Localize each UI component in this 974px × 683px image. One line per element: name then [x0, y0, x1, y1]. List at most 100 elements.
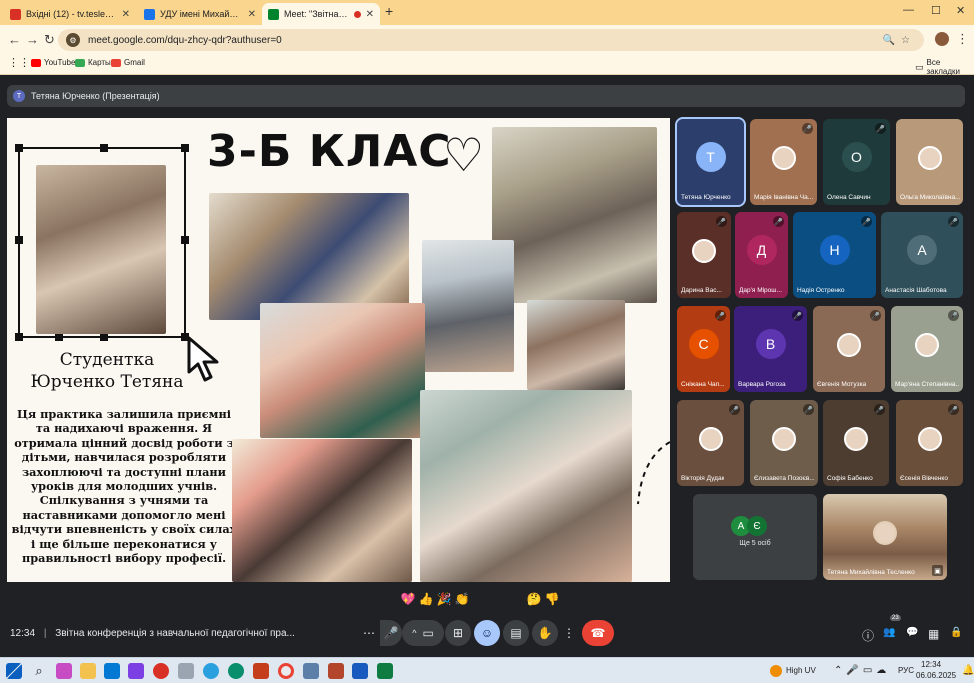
weather-label[interactable]: High UV — [786, 666, 816, 675]
participant-tile[interactable]: 🎤 Софія Бабенко — [823, 400, 889, 486]
participant-tile[interactable]: Ольга Миколаївна... — [896, 119, 963, 205]
participant-tile[interactable]: В 🎤 Варвара Рогоза — [734, 306, 807, 392]
participant-tile[interactable]: С 🎤 Сніжана Чап... — [677, 306, 730, 392]
tab-gmail[interactable]: Вхідні (12) - tv.teslenko@npu.edu.ua ✕ — [4, 3, 136, 25]
apps-icon[interactable]: ⋮⋮ — [8, 56, 30, 69]
reaction-emoji[interactable]: 😢 — [508, 591, 524, 607]
reaction-emoji[interactable]: 👎 — [544, 591, 560, 607]
copilot-icon[interactable] — [56, 663, 72, 679]
bookmark-youtube[interactable]: YouTube — [31, 58, 75, 67]
tab-udu[interactable]: УДУ імені Михайла Драгоманова ✕ — [138, 3, 262, 25]
address-actions-icon[interactable]: 🔍☆ — [883, 35, 916, 46]
site-info-icon[interactable]: ⚙ — [66, 33, 80, 47]
app-icon[interactable] — [328, 663, 344, 679]
participant-tile[interactable]: А 🎤 Анастасія Шаботова — [881, 212, 963, 298]
avatar — [698, 427, 723, 451]
raise-hand-button[interactable]: ✋ — [532, 620, 558, 646]
more-avatars: А Є — [731, 516, 767, 536]
participant-tile[interactable]: Д 🎤 Дар'я Мірош... — [735, 212, 788, 298]
participant-tile[interactable]: 🎤 Дарина Вас... — [677, 212, 731, 298]
self-tile[interactable]: Тетяна Михайлівна Тесленко ▣ — [823, 494, 947, 580]
reaction-emoji[interactable]: 😂 — [472, 591, 488, 607]
all-bookmarks[interactable]: ▭ Все закладки — [915, 58, 974, 76]
chrome-icon[interactable] — [278, 663, 294, 679]
language-indicator[interactable]: РУС — [898, 666, 914, 675]
forward-icon[interactable]: → — [26, 32, 39, 47]
present-button[interactable]: ⊞ — [445, 620, 471, 646]
end-call-button[interactable]: ☎ — [582, 620, 614, 646]
participant-tile[interactable]: 🎤 Єлизавета Позоєв... — [750, 400, 818, 486]
activities-icon[interactable]: ▦ — [928, 627, 939, 641]
bookmark-label: YouTube — [44, 58, 76, 67]
excel-icon[interactable] — [377, 663, 393, 679]
minimize-icon[interactable]: — — [903, 4, 914, 16]
profile-avatar[interactable] — [935, 32, 949, 46]
reaction-emoji[interactable]: 🤔 — [526, 591, 542, 607]
reaction-emoji[interactable]: 😮 — [490, 591, 506, 607]
info-icon[interactable]: ⓘ — [862, 627, 874, 644]
chat-icon[interactable]: 💬 — [906, 627, 918, 638]
meet-area: Т Тетяна Юрченко (Презентація) 3-Б КЛАС … — [0, 75, 974, 657]
close-icon[interactable]: ✕ — [122, 9, 130, 20]
more-reactions-button[interactable]: ⋯ — [358, 620, 380, 646]
start-icon[interactable] — [6, 663, 22, 679]
menu-icon[interactable]: ⋮ — [956, 31, 969, 47]
close-icon[interactable]: ✕ — [366, 9, 374, 20]
taskbar-date[interactable]: 06.06.2025 — [916, 671, 956, 680]
mic-button[interactable]: 🎤 — [380, 620, 402, 646]
participant-tile[interactable]: 🎤 Єсенія Вівченко — [896, 400, 963, 486]
reaction-emoji[interactable]: 💖 — [400, 591, 416, 607]
participant-tile[interactable]: 🎤 Мар'яна Степанівна... — [891, 306, 963, 392]
participant-tile[interactable]: Н 🎤 Надія Остренко — [793, 212, 876, 298]
app-icon[interactable] — [178, 663, 194, 679]
tab-title: Вхідні (12) - tv.teslenko@npu.edu.ua — [26, 9, 117, 19]
powerpoint-icon[interactable] — [253, 663, 269, 679]
app-icon[interactable] — [303, 663, 319, 679]
participant-tile[interactable]: 🎤 Вікторія Дудак — [677, 400, 744, 486]
emoji-button[interactable]: ☺ — [474, 620, 500, 646]
bookmark-maps[interactable]: Карты — [75, 58, 111, 67]
file-explorer-icon[interactable] — [80, 663, 96, 679]
tab-meet[interactable]: Meet: "Звітна конференція" ✕ — [262, 3, 380, 25]
address-bar[interactable]: ⚙ meet.google.com/dqu-zhcy-qdr?authuser=… — [58, 29, 924, 51]
system-tray-icons[interactable]: ⌃🎤▭☁ — [834, 665, 890, 676]
host-controls-icon[interactable]: 🔒 — [950, 627, 962, 638]
avatar: С — [688, 329, 719, 359]
avatar — [917, 146, 942, 170]
maximize-icon[interactable]: ☐ — [931, 4, 941, 17]
more-options-button[interactable]: ⋮ — [561, 620, 577, 646]
mic-off-icon: 🎤 — [861, 216, 872, 227]
participant-tile[interactable]: 🎤 Євгенія Мотузка — [813, 306, 885, 392]
back-icon[interactable]: ← — [8, 32, 21, 47]
reaction-emoji[interactable]: 👍 — [418, 591, 434, 607]
bookmark-gmail[interactable]: Gmail — [111, 58, 145, 67]
recording-icon — [353, 10, 361, 18]
people-icon[interactable]: 👥 — [883, 627, 895, 638]
captions-button[interactable]: ▤ — [503, 620, 529, 646]
pin-icon[interactable]: ▣ — [932, 565, 943, 576]
participant-tile[interactable]: 🎤 Марія Іванівна Ча... — [750, 119, 817, 205]
search-icon[interactable]: ⌕ — [31, 663, 47, 679]
reload-icon[interactable]: ↻ — [44, 32, 55, 48]
reaction-emoji[interactable]: 🎉 — [436, 591, 452, 607]
taskbar-time[interactable]: 12:34 — [921, 660, 941, 669]
student-heading: Студентка Юрченко Тетяна — [7, 349, 207, 393]
skype-icon[interactable] — [104, 663, 120, 679]
notifications-icon[interactable]: 🔔 — [962, 665, 974, 676]
university-icon — [144, 8, 155, 20]
camera-button[interactable]: ^ ▭ — [402, 620, 444, 646]
app-icon[interactable] — [128, 663, 144, 679]
participant-tile[interactable]: Т Тетяна Юрченко — [675, 117, 746, 207]
gmail-icon — [111, 58, 121, 67]
reaction-emoji[interactable]: 👏 — [454, 591, 470, 607]
close-icon[interactable]: ✕ — [248, 9, 256, 20]
telegram-icon[interactable] — [203, 663, 219, 679]
word-icon[interactable] — [352, 663, 368, 679]
new-tab-button[interactable]: + — [385, 3, 393, 19]
opera-icon[interactable] — [153, 663, 169, 679]
more-participants-tile[interactable]: А Є Ще 5 осіб — [693, 494, 817, 580]
participant-tile[interactable]: О 🎤 Олена Савчин — [823, 119, 890, 205]
edge-icon[interactable] — [228, 663, 244, 679]
close-window-icon[interactable]: ✕ — [956, 4, 965, 17]
captions-icon: ▤ — [510, 626, 522, 640]
